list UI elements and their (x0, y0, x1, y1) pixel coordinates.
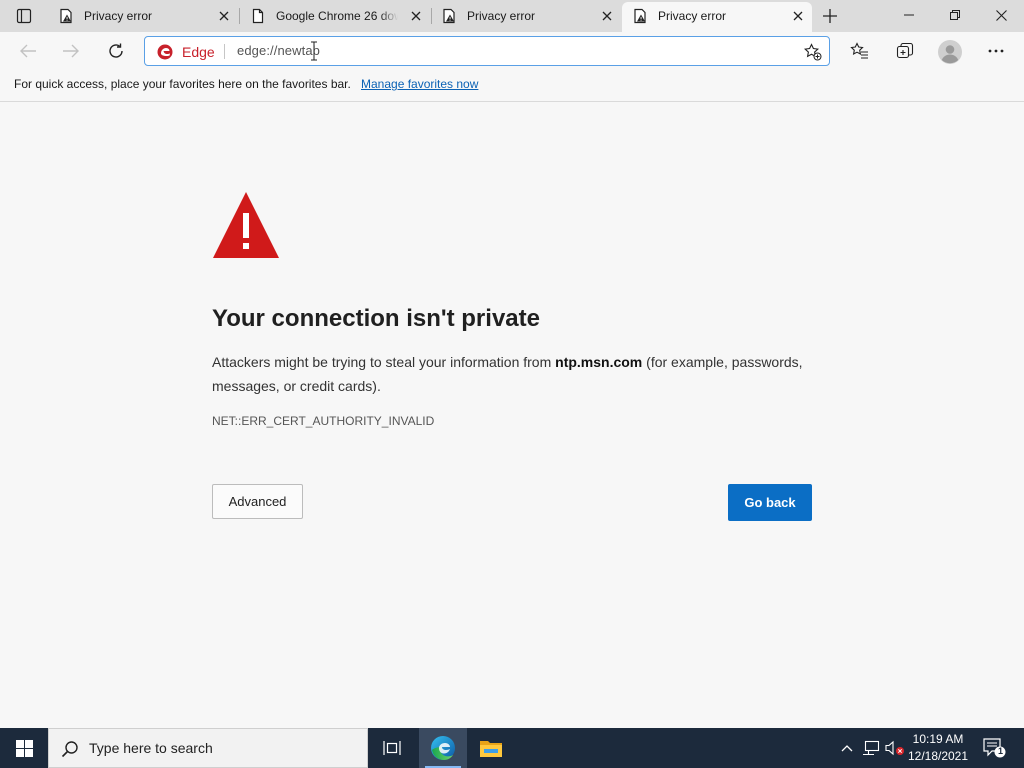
tab-4-title: Privacy error (658, 9, 727, 23)
browser-toolbar: Edge edge://newtab (0, 32, 1024, 70)
tab-2-title: Google Chrome 26 download (276, 9, 398, 23)
error-domain: ntp.msn.com (555, 354, 643, 370)
address-separator (224, 44, 225, 59)
more-dots-icon (988, 49, 1004, 53)
action-center-button[interactable]: 1 (980, 736, 1008, 760)
tab-2-close-button[interactable] (408, 8, 424, 24)
add-favorite-star-icon (803, 43, 822, 61)
advanced-button[interactable]: Advanced (212, 484, 303, 519)
edge-logo-icon (157, 44, 173, 60)
tab-3-close-button[interactable] (599, 8, 615, 24)
error-code[interactable]: NET::ERR_CERT_AUTHORITY_INVALID (212, 414, 434, 428)
close-icon (411, 11, 421, 21)
warning-icon (213, 192, 279, 258)
tab-1-close-button[interactable] (216, 8, 232, 24)
error-page-icon (443, 8, 455, 24)
favorites-list-icon (850, 42, 868, 59)
network-icon (863, 740, 880, 756)
task-view-button[interactable] (368, 728, 416, 768)
tab-strip: Privacy error Google Chrome 26 download … (0, 0, 1024, 32)
forward-button[interactable] (55, 36, 87, 66)
volume-tray-button[interactable] (885, 738, 905, 758)
tab-3[interactable]: Privacy error (431, 0, 621, 32)
clock-date: 12/18/2021 (907, 749, 969, 763)
go-back-button[interactable]: Go back (728, 484, 812, 521)
restore-button[interactable] (932, 0, 978, 30)
error-page-icon (60, 8, 72, 24)
refresh-button[interactable] (100, 36, 132, 66)
network-tray-button[interactable] (861, 738, 881, 758)
tab-actions-icon (16, 8, 32, 24)
minimize-button[interactable] (886, 0, 932, 30)
error-description: Attackers might be trying to steal your … (212, 350, 822, 398)
page-title: Your connection isn't private (212, 305, 540, 332)
tab-3-title: Privacy error (467, 9, 536, 23)
folder-icon (480, 741, 502, 757)
favorites-button[interactable] (844, 36, 876, 66)
collections-button[interactable] (889, 36, 921, 66)
close-icon (995, 9, 1007, 21)
settings-menu-button[interactable] (980, 36, 1012, 66)
tab-4-active[interactable]: Privacy error (622, 2, 812, 32)
tab-2[interactable]: Google Chrome 26 download (240, 0, 430, 32)
edge-browser-icon (431, 736, 455, 760)
taskbar-file-explorer[interactable] (467, 728, 515, 768)
minimize-icon (904, 14, 914, 16)
task-view-icon (383, 741, 401, 755)
back-arrow-icon (20, 44, 36, 58)
clock-time: 10:19 AM (912, 732, 964, 746)
text-cursor-icon (311, 41, 317, 61)
profile-avatar[interactable] (938, 40, 962, 64)
taskbar-search-box[interactable]: Type here to search (48, 728, 368, 768)
windows-logo-icon (15, 739, 33, 757)
close-icon (219, 11, 229, 21)
tab-4-close-button[interactable] (790, 8, 806, 24)
address-bar[interactable]: Edge edge://newtab (144, 36, 830, 66)
search-icon (61, 741, 78, 758)
plus-icon (823, 9, 837, 23)
manage-favorites-link[interactable]: Manage favorites now (361, 77, 478, 91)
system-clock[interactable]: 10:19 AM 12/18/2021 (904, 731, 972, 765)
favorites-bar: For quick access, place your favorites h… (0, 70, 1024, 102)
notification-count: 1 (997, 746, 1003, 756)
back-button[interactable] (12, 36, 44, 66)
chevron-up-icon (841, 745, 853, 752)
forward-arrow-icon (63, 44, 79, 58)
close-window-button[interactable] (978, 0, 1024, 30)
new-tab-button[interactable] (818, 4, 842, 28)
windows-taskbar: Type here to search 10:19 AM 12/18/2021 … (0, 728, 1024, 768)
start-button[interactable] (0, 728, 48, 768)
site-identity-label: Edge (182, 44, 215, 60)
volume-muted-icon (885, 740, 904, 756)
taskbar-edge-app[interactable] (419, 728, 467, 768)
favorites-bar-message: For quick access, place your favorites h… (14, 77, 351, 91)
close-icon (793, 11, 803, 21)
add-favorite-button[interactable] (803, 42, 823, 62)
collections-icon (896, 42, 914, 59)
search-placeholder: Type here to search (89, 740, 213, 756)
show-hidden-icons-button[interactable] (837, 738, 857, 758)
tab-1-title: Privacy error (84, 9, 153, 23)
url-text[interactable]: edge://newtab (237, 43, 320, 58)
page-content: Your connection isn't private Attackers … (0, 102, 1024, 728)
error-page-icon (634, 8, 646, 24)
description-text-before: Attackers might be trying to steal your … (212, 354, 556, 370)
tab-actions-button[interactable] (8, 4, 40, 28)
page-icon (252, 8, 264, 24)
restore-icon (950, 10, 960, 20)
close-icon (602, 11, 612, 21)
refresh-icon (109, 43, 123, 58)
tab-1[interactable]: Privacy error (48, 0, 238, 32)
